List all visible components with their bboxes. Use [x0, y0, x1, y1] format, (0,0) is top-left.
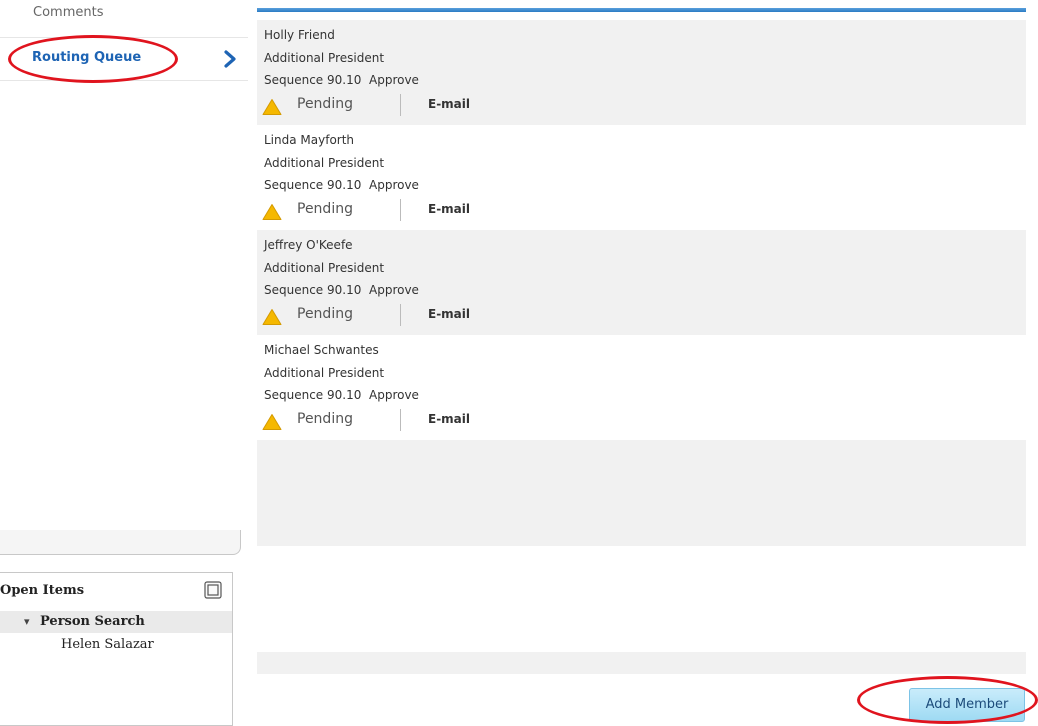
- person-search-group[interactable]: ▾ Person Search: [0, 611, 232, 633]
- separator: [400, 409, 401, 431]
- warning-triangle-icon: [262, 309, 282, 325]
- member-name: Linda Mayforth: [264, 133, 355, 147]
- status-label: Pending: [297, 96, 353, 112]
- warning-triangle-icon: [262, 414, 282, 430]
- nav-divider: [0, 80, 248, 81]
- member-action: Approve: [369, 178, 419, 192]
- routing-queue-list: Holly Friend Additional President Sequen…: [257, 20, 1026, 440]
- status-label: Pending: [297, 201, 353, 217]
- member-role: Additional President: [264, 51, 385, 65]
- queue-item: Holly Friend Additional President Sequen…: [257, 20, 1026, 125]
- nav-item-comments[interactable]: Comments: [33, 5, 103, 20]
- open-items-panel: Open Items ▾ Person Search Helen Salazar: [0, 572, 233, 726]
- open-items-header: Open Items: [0, 573, 232, 609]
- nav-item-label: Routing Queue: [32, 50, 142, 65]
- queue-item: Michael Schwantes Additional President S…: [257, 335, 1026, 440]
- member-name: Jeffrey O'Keefe: [264, 238, 353, 252]
- queue-item: Linda Mayforth Additional President Sequ…: [257, 125, 1026, 230]
- separator: [400, 304, 401, 326]
- member-action: Approve: [369, 283, 419, 297]
- member-sequence: Sequence 90.10: [264, 73, 362, 87]
- member-role: Additional President: [264, 156, 385, 170]
- email-link[interactable]: E-mail: [428, 307, 470, 321]
- chevron-right-icon: [224, 50, 236, 68]
- person-search-label: Person Search: [40, 614, 145, 629]
- email-link[interactable]: E-mail: [428, 202, 470, 216]
- separator: [400, 94, 401, 116]
- separator: [400, 199, 401, 221]
- member-name: Holly Friend: [264, 28, 335, 42]
- member-role: Additional President: [264, 366, 385, 380]
- footer-strip: [257, 652, 1026, 674]
- warning-triangle-icon: [262, 204, 282, 220]
- member-name: Michael Schwantes: [264, 343, 379, 357]
- status-label: Pending: [297, 411, 353, 427]
- member-sequence: Sequence 90.10: [264, 388, 362, 402]
- add-member-button[interactable]: Add Member: [909, 688, 1025, 722]
- nav-item-routing-queue[interactable]: Routing Queue: [0, 38, 248, 80]
- open-item-person[interactable]: Helen Salazar: [61, 637, 154, 652]
- status-label: Pending: [297, 306, 353, 322]
- open-items-title: Open Items: [0, 583, 85, 598]
- member-action: Approve: [369, 73, 419, 87]
- warning-triangle-icon: [262, 99, 282, 115]
- maximize-icon[interactable]: [204, 581, 222, 599]
- member-sequence: Sequence 90.10: [264, 178, 362, 192]
- member-sequence: Sequence 90.10: [264, 283, 362, 297]
- queue-item: Jeffrey O'Keefe Additional President Seq…: [257, 230, 1026, 335]
- expand-caret-icon: ▾: [24, 615, 30, 628]
- empty-queue-area: [257, 440, 1026, 546]
- member-role: Additional President: [264, 261, 385, 275]
- header-accent-bar: [257, 8, 1026, 12]
- email-link[interactable]: E-mail: [428, 412, 470, 426]
- panel-frame: [0, 530, 241, 555]
- member-action: Approve: [369, 388, 419, 402]
- email-link[interactable]: E-mail: [428, 97, 470, 111]
